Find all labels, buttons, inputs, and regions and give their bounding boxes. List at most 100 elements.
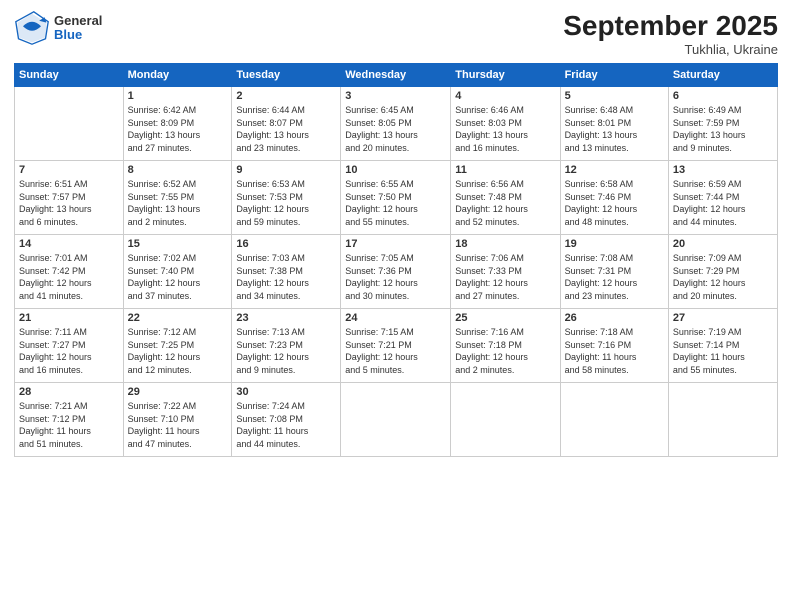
day-info: Sunrise: 6:56 AM Sunset: 7:48 PM Dayligh… (455, 178, 555, 228)
calendar-week-3: 14Sunrise: 7:01 AM Sunset: 7:42 PM Dayli… (15, 235, 778, 309)
calendar-cell: 16 Sunrise: 7:03 AM Sunset: 7:38 PM Dayli… (232, 235, 341, 309)
calendar-cell: 8Sunrise: 6:52 AM Sunset: 7:55 PM Daylig… (123, 161, 232, 235)
day-info: Sunrise: 7:21 AM Sunset: 7:12 PM Dayligh… (19, 400, 119, 450)
calendar-cell: 26 Sunrise: 7:18 AM Sunset: 7:16 PM Dayli… (560, 309, 668, 383)
day-number: 11 (455, 164, 555, 176)
calendar-cell: 19 Sunrise: 7:08 AM Sunset: 7:31 PM Dayli… (560, 235, 668, 309)
day-info: Sunrise: 6:52 AM Sunset: 7:55 PM Dayligh… (128, 178, 228, 228)
calendar-header-monday: Monday (123, 64, 232, 87)
calendar-cell: 20 Sunrise: 7:09 AM Sunset: 7:29 PM Dayli… (668, 235, 777, 309)
day-number: 23 (236, 312, 336, 324)
calendar-cell (341, 383, 451, 457)
day-info: Sunrise: 6:46 AM Sunset: 8:03 PM Dayligh… (455, 104, 555, 154)
day-number: 16 (236, 238, 336, 250)
day-info: Sunrise: 7:19 AM Sunset: 7:14 PM Dayligh… (673, 326, 773, 376)
day-info: Sunrise: 7:13 AM Sunset: 7:23 PM Dayligh… (236, 326, 336, 376)
location: Tukhlia, Ukraine (563, 42, 778, 57)
calendar-cell (560, 383, 668, 457)
page: General Blue September 2025 Tukhlia, Ukr… (0, 0, 792, 612)
day-number: 7 (19, 164, 119, 176)
day-number: 13 (673, 164, 773, 176)
day-number: 26 (565, 312, 664, 324)
calendar-cell (451, 383, 560, 457)
calendar-cell: 1 Sunrise: 6:42 AM Sunset: 8:09 PM Daylig… (123, 87, 232, 161)
calendar-cell: 10 Sunrise: 6:55 AM Sunset: 7:50 PM Dayli… (341, 161, 451, 235)
day-number: 9 (236, 164, 336, 176)
calendar-cell: 23 Sunrise: 7:13 AM Sunset: 7:23 PM Dayli… (232, 309, 341, 383)
day-number: 15 (128, 238, 228, 250)
calendar-cell: 18Sunrise: 7:06 AM Sunset: 7:33 PM Dayli… (451, 235, 560, 309)
day-info: Sunrise: 7:24 AM Sunset: 7:08 PM Dayligh… (236, 400, 336, 450)
day-info: Sunrise: 7:09 AM Sunset: 7:29 PM Dayligh… (673, 252, 773, 302)
calendar-week-2: 7Sunrise: 6:51 AM Sunset: 7:57 PM Daylig… (15, 161, 778, 235)
calendar-header-sunday: Sunday (15, 64, 124, 87)
day-number: 3 (345, 90, 446, 102)
logo-general: General (54, 14, 102, 28)
calendar-cell: 21Sunrise: 7:11 AM Sunset: 7:27 PM Dayli… (15, 309, 124, 383)
calendar-cell: 25Sunrise: 7:16 AM Sunset: 7:18 PM Dayli… (451, 309, 560, 383)
calendar-week-4: 21Sunrise: 7:11 AM Sunset: 7:27 PM Dayli… (15, 309, 778, 383)
calendar-header-wednesday: Wednesday (341, 64, 451, 87)
day-number: 19 (565, 238, 664, 250)
day-info: Sunrise: 7:08 AM Sunset: 7:31 PM Dayligh… (565, 252, 664, 302)
calendar-cell: 15 Sunrise: 7:02 AM Sunset: 7:40 PM Dayli… (123, 235, 232, 309)
calendar-cell: 27 Sunrise: 7:19 AM Sunset: 7:14 PM Dayli… (668, 309, 777, 383)
day-number: 5 (565, 90, 664, 102)
day-info: Sunrise: 6:42 AM Sunset: 8:09 PM Dayligh… (128, 104, 228, 154)
calendar-cell: 5 Sunrise: 6:48 AM Sunset: 8:01 PM Daylig… (560, 87, 668, 161)
month-year: September 2025 (563, 10, 778, 42)
calendar-cell: 24 Sunrise: 7:15 AM Sunset: 7:21 PM Dayli… (341, 309, 451, 383)
day-number: 10 (345, 164, 446, 176)
calendar-header-tuesday: Tuesday (232, 64, 341, 87)
day-number: 24 (345, 312, 446, 324)
calendar-cell: 28 Sunrise: 7:21 AM Sunset: 7:12 PM Dayli… (15, 383, 124, 457)
day-number: 20 (673, 238, 773, 250)
day-number: 18 (455, 238, 555, 250)
day-number: 28 (19, 386, 119, 398)
day-info: Sunrise: 6:45 AM Sunset: 8:05 PM Dayligh… (345, 104, 446, 154)
day-info: Sunrise: 7:03 AM Sunset: 7:38 PM Dayligh… (236, 252, 336, 302)
day-number: 22 (128, 312, 228, 324)
header: General Blue September 2025 Tukhlia, Ukr… (14, 10, 778, 57)
day-info: Sunrise: 7:18 AM Sunset: 7:16 PM Dayligh… (565, 326, 664, 376)
day-info: Sunrise: 6:53 AM Sunset: 7:53 PM Dayligh… (236, 178, 336, 228)
calendar-cell: 6Sunrise: 6:49 AM Sunset: 7:59 PM Daylig… (668, 87, 777, 161)
day-number: 2 (236, 90, 336, 102)
day-info: Sunrise: 6:58 AM Sunset: 7:46 PM Dayligh… (565, 178, 664, 228)
day-number: 14 (19, 238, 119, 250)
day-info: Sunrise: 6:55 AM Sunset: 7:50 PM Dayligh… (345, 178, 446, 228)
calendar-cell: 9 Sunrise: 6:53 AM Sunset: 7:53 PM Daylig… (232, 161, 341, 235)
day-number: 1 (128, 90, 228, 102)
calendar-cell: 3 Sunrise: 6:45 AM Sunset: 8:05 PM Daylig… (341, 87, 451, 161)
logo-text: General Blue (54, 14, 102, 43)
calendar-header-thursday: Thursday (451, 64, 560, 87)
calendar-cell: 7Sunrise: 6:51 AM Sunset: 7:57 PM Daylig… (15, 161, 124, 235)
day-number: 6 (673, 90, 773, 102)
calendar-cell: 4 Sunrise: 6:46 AM Sunset: 8:03 PM Daylig… (451, 87, 560, 161)
calendar-header-friday: Friday (560, 64, 668, 87)
day-number: 27 (673, 312, 773, 324)
day-info: Sunrise: 7:15 AM Sunset: 7:21 PM Dayligh… (345, 326, 446, 376)
calendar-week-1: 1 Sunrise: 6:42 AM Sunset: 8:09 PM Daylig… (15, 87, 778, 161)
day-number: 17 (345, 238, 446, 250)
logo-icon (14, 10, 50, 46)
day-info: Sunrise: 7:05 AM Sunset: 7:36 PM Dayligh… (345, 252, 446, 302)
calendar-cell: 11 Sunrise: 6:56 AM Sunset: 7:48 PM Dayli… (451, 161, 560, 235)
calendar-cell: 14Sunrise: 7:01 AM Sunset: 7:42 PM Dayli… (15, 235, 124, 309)
calendar-cell: 2Sunrise: 6:44 AM Sunset: 8:07 PM Daylig… (232, 87, 341, 161)
day-number: 21 (19, 312, 119, 324)
calendar-week-5: 28 Sunrise: 7:21 AM Sunset: 7:12 PM Dayli… (15, 383, 778, 457)
calendar-cell (668, 383, 777, 457)
calendar-cell: 30Sunrise: 7:24 AM Sunset: 7:08 PM Dayli… (232, 383, 341, 457)
day-number: 12 (565, 164, 664, 176)
calendar-table: SundayMondayTuesdayWednesdayThursdayFrid… (14, 63, 778, 457)
day-info: Sunrise: 7:02 AM Sunset: 7:40 PM Dayligh… (128, 252, 228, 302)
calendar-cell: 12 Sunrise: 6:58 AM Sunset: 7:46 PM Dayli… (560, 161, 668, 235)
day-info: Sunrise: 6:48 AM Sunset: 8:01 PM Dayligh… (565, 104, 664, 154)
day-info: Sunrise: 6:59 AM Sunset: 7:44 PM Dayligh… (673, 178, 773, 228)
calendar-header-row: SundayMondayTuesdayWednesdayThursdayFrid… (15, 64, 778, 87)
calendar-cell: 13 Sunrise: 6:59 AM Sunset: 7:44 PM Dayli… (668, 161, 777, 235)
calendar-cell: 17 Sunrise: 7:05 AM Sunset: 7:36 PM Dayli… (341, 235, 451, 309)
day-number: 4 (455, 90, 555, 102)
calendar-cell: 22Sunrise: 7:12 AM Sunset: 7:25 PM Dayli… (123, 309, 232, 383)
